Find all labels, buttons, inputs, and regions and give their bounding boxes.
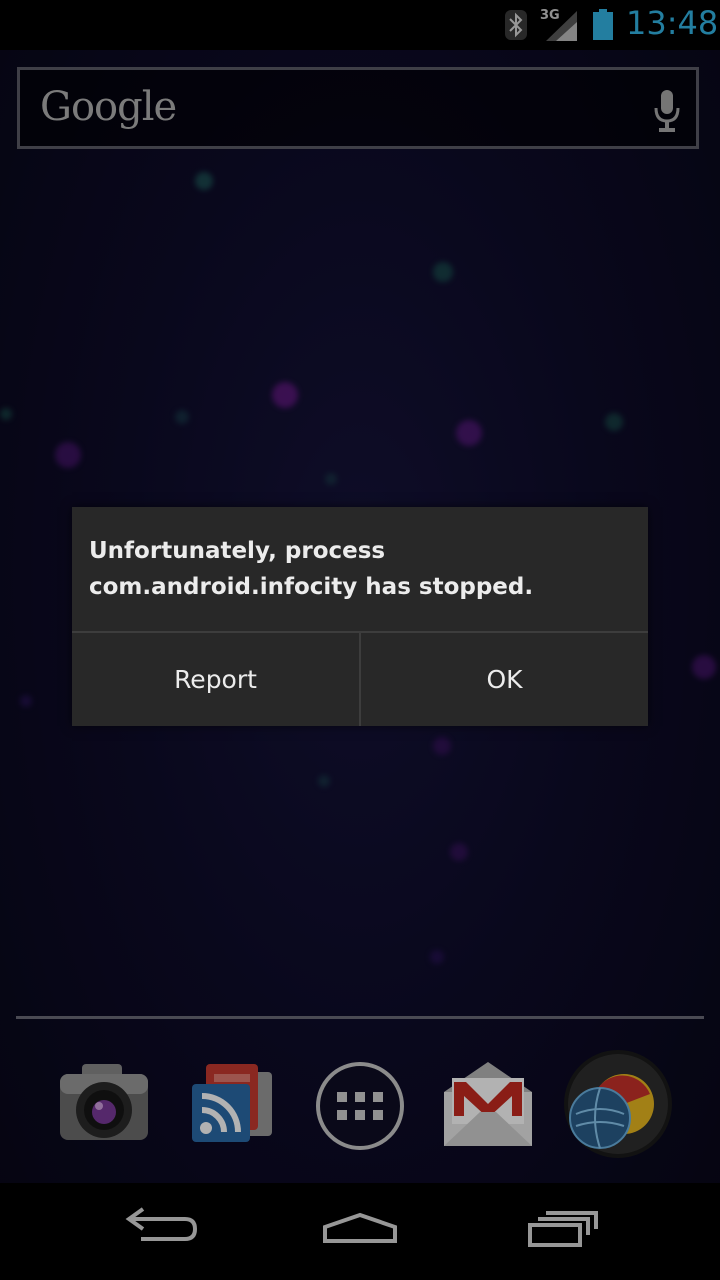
dialog-message: Unfortunately, process com.android.infoc… [89,538,534,600]
crash-dialog: Unfortunately, process com.android.infoc… [72,507,648,726]
ok-button[interactable]: OK [361,633,648,726]
android-home-screen: 3G 13:48 Google Unfortunately, process c… [0,0,720,1280]
report-button[interactable]: Report [72,633,359,726]
dialog-button-row: Report OK [72,633,648,726]
